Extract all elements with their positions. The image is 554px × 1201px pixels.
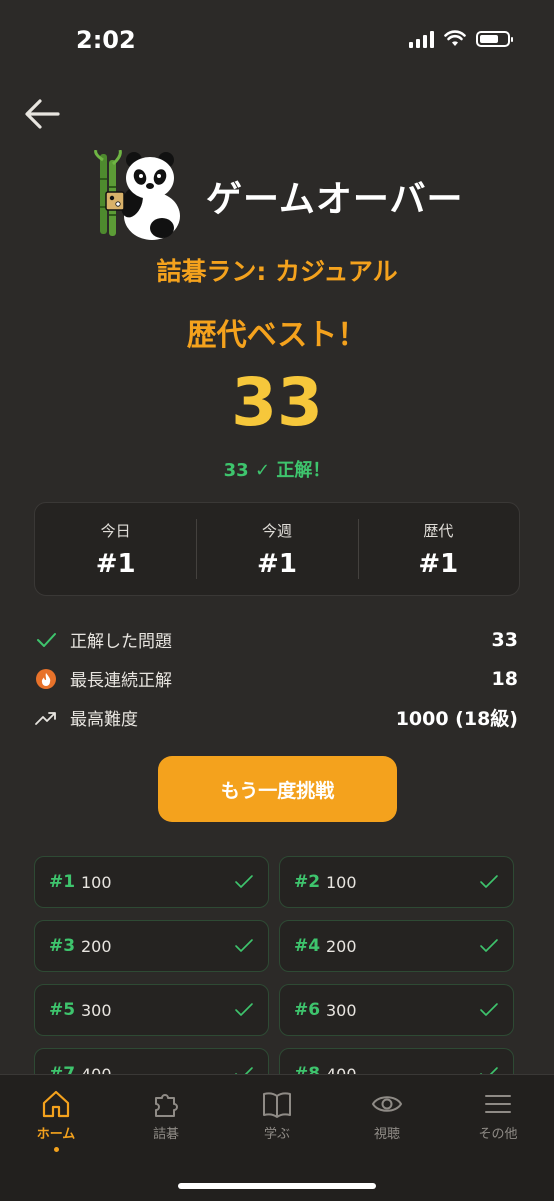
stat-difficulty: 最高難度 1000 (18級) <box>34 698 518 737</box>
result-item[interactable]: #1 100 <box>34 856 269 908</box>
tab-home[interactable]: ホーム <box>6 1089 106 1152</box>
result-item[interactable]: #5 300 <box>34 984 269 1036</box>
rank-alltime: 歴代 #1 <box>357 503 519 595</box>
tab-learn[interactable]: 学ぶ <box>227 1089 327 1142</box>
trending-up-icon <box>34 706 58 730</box>
result-number: #5 <box>49 1000 76 1020</box>
check-icon <box>480 939 498 952</box>
tab-label: 視聴 <box>373 1127 400 1142</box>
result-number: #2 <box>294 872 321 892</box>
check-icon <box>480 1003 498 1016</box>
tab-label: 詰碁 <box>152 1127 179 1142</box>
battery-icon <box>476 31 513 47</box>
book-icon <box>263 1092 291 1118</box>
result-score: 200 <box>81 936 112 956</box>
result-score: 200 <box>326 936 357 956</box>
result-number: #1 <box>49 872 76 892</box>
status-icons <box>409 30 513 48</box>
stat-label: 最高難度 <box>70 710 138 730</box>
home-icon <box>42 1090 70 1118</box>
battery-level <box>480 35 498 43</box>
stat-value: 33 <box>491 628 518 651</box>
result-item[interactable]: #2 100 <box>279 856 514 908</box>
signal-icon <box>409 30 434 48</box>
header: ゲームオーバー <box>92 150 464 242</box>
best-label: 歴代ベスト！ <box>186 318 368 353</box>
arrow-left-icon <box>25 99 60 129</box>
mode-label: 詰碁ラン: カジュアル <box>156 257 398 286</box>
results-grid: #1 100 #2 100 #3 200 #4 200 #5 300 #6 30… <box>34 856 514 1100</box>
rank-value: #1 <box>418 548 459 579</box>
active-indicator <box>53 1147 59 1152</box>
check-icon <box>235 939 253 952</box>
score-value: 33 <box>231 364 323 441</box>
stat-value: 1000 (18級) <box>395 708 518 730</box>
result-score: 100 <box>81 872 112 892</box>
stat-label: 正解した問題 <box>70 632 172 652</box>
wifi-icon <box>444 30 466 46</box>
eye-icon <box>371 1096 403 1112</box>
tab-more[interactable]: その他 <box>448 1089 548 1142</box>
rank-today: 今日 #1 <box>35 503 196 595</box>
result-number: #4 <box>294 936 321 956</box>
stat-value: 18 <box>491 667 518 690</box>
puzzle-icon <box>155 1094 178 1117</box>
result-score: 100 <box>326 872 357 892</box>
rank-value: #1 <box>95 548 136 579</box>
correct-count: 33 ✓ 正解！ <box>223 460 331 481</box>
rank-card: 今日 #1 今週 #1 歴代 #1 <box>34 502 520 596</box>
result-score: 300 <box>81 1000 112 1020</box>
menu-icon <box>485 1095 511 1113</box>
result-score: 300 <box>326 1000 357 1020</box>
tab-label: ホーム <box>36 1127 76 1142</box>
retry-button[interactable]: もう一度挑戦 <box>158 756 397 822</box>
status-bar: 2:02 <box>0 0 554 84</box>
home-indicator <box>178 1183 376 1189</box>
stats-list: 正解した問題 33 最長連続正解 18 最高難度 1000 (18級) <box>34 620 518 737</box>
panda-mascot-icon <box>94 150 180 240</box>
rank-label: 歴代 <box>423 521 454 540</box>
status-time: 2:02 <box>76 26 136 54</box>
tab-tsumego[interactable]: 詰碁 <box>116 1089 216 1142</box>
check-icon <box>34 628 58 652</box>
game-over-title: ゲームオーバー <box>206 179 464 220</box>
result-item[interactable]: #3 200 <box>34 920 269 972</box>
rank-label: 今週 <box>261 521 292 540</box>
fire-icon <box>34 667 58 691</box>
result-number: #6 <box>294 1000 321 1020</box>
back-button[interactable] <box>22 94 62 134</box>
check-icon <box>480 875 498 888</box>
rank-week: 今週 #1 <box>196 503 357 595</box>
check-icon <box>235 875 253 888</box>
result-item[interactable]: #6 300 <box>279 984 514 1036</box>
stat-solved: 正解した問題 33 <box>34 620 518 659</box>
tab-bar: ホーム 詰碁 学ぶ 視聴 その他 <box>0 1074 554 1201</box>
result-item[interactable]: #4 200 <box>279 920 514 972</box>
tab-watch[interactable]: 視聴 <box>337 1089 437 1142</box>
tab-label: その他 <box>478 1127 518 1142</box>
rank-value: #1 <box>257 548 297 579</box>
rank-label: 今日 <box>100 521 131 540</box>
tab-label: 学ぶ <box>263 1127 290 1142</box>
stat-streak: 最長連続正解 18 <box>34 659 518 698</box>
stat-label: 最長連続正解 <box>70 671 172 691</box>
result-number: #3 <box>49 936 76 956</box>
check-icon <box>235 1003 253 1016</box>
